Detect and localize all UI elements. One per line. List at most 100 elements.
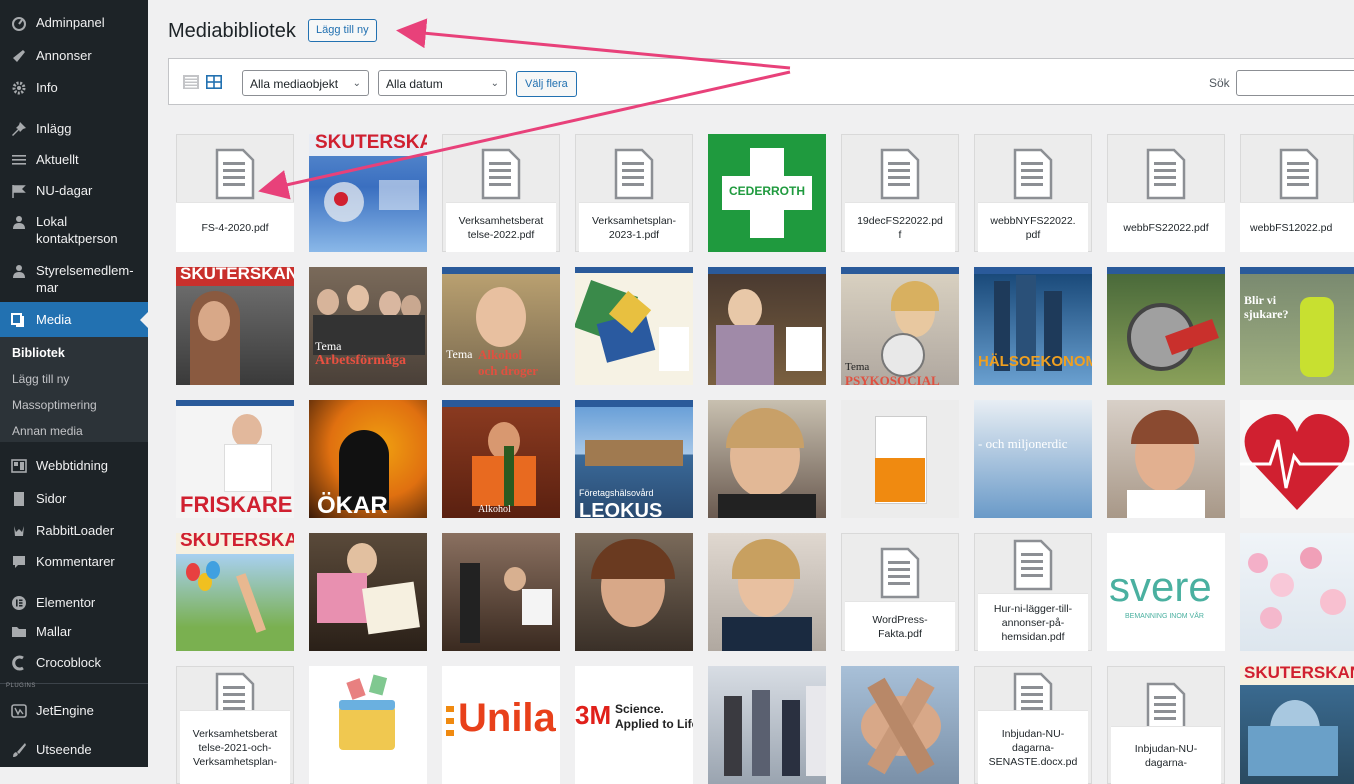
file-name: Verksamhetsberat telse-2021-och- Verksam… xyxy=(180,710,290,784)
media-item[interactable]: SKUTERSKAN xyxy=(176,267,294,385)
media-item[interactable]: HÄLSOEKONOMI xyxy=(974,267,1092,385)
comment-icon xyxy=(10,553,28,571)
magazine-title: SKUTERSKAN xyxy=(180,267,294,283)
media-item[interactable] xyxy=(575,533,693,651)
sidebar-item-aktuellt[interactable]: Aktuellt xyxy=(0,151,148,169)
media-item[interactable]: 3M Science. Applied to Life xyxy=(575,666,693,784)
date-filter[interactable]: Alla datum ⌄ xyxy=(378,70,507,96)
media-submenu: Bibliotek Lägg till ny Massoptimering An… xyxy=(0,337,148,442)
submenu-item-bibliotek[interactable]: Bibliotek xyxy=(12,346,65,360)
media-item[interactable] xyxy=(708,400,826,518)
sidebar-item-mallar[interactable]: Mallar xyxy=(0,623,148,641)
media-item[interactable] xyxy=(1240,533,1354,651)
media-item[interactable]: Verksamhetsplan- 2023-1.pdf xyxy=(575,134,693,252)
sidebar-item-crocoblock[interactable]: Crocoblock xyxy=(0,654,148,672)
media-item[interactable]: Företagshälsovård LEOKUS xyxy=(575,400,693,518)
pin-icon xyxy=(10,120,28,138)
sidebar-item-sidor[interactable]: Sidor xyxy=(0,490,148,508)
media-item[interactable]: Verksamhetsberat telse-2022.pdf xyxy=(442,134,560,252)
sidebar-item-elementor[interactable]: Elementor xyxy=(0,594,148,612)
sidebar-item-utseende[interactable]: Utseende xyxy=(0,741,148,759)
media-item[interactable]: Verksamhetsberat telse-2021-och- Verksam… xyxy=(176,666,294,784)
media-item[interactable] xyxy=(575,267,693,385)
sidebar-item-lokal-kontaktperson[interactable]: Lokal kontaktperson xyxy=(0,213,148,247)
banner-thumbnail: - och miljonerdic xyxy=(974,400,1092,518)
media-item[interactable]: Unila xyxy=(442,666,560,784)
submenu-item-lagg-till-ny[interactable]: Lägg till ny xyxy=(12,372,69,386)
file-name: Verksamhetsberat telse-2022.pdf xyxy=(446,202,556,252)
media-item[interactable]: Tema Arbetsförmåga xyxy=(309,267,427,385)
sidebar-item-info[interactable]: Info xyxy=(0,79,148,97)
sidebar-item-inlagg[interactable]: Inlägg xyxy=(0,120,148,138)
theme-title: Arbetsförmåga xyxy=(315,353,406,368)
media-item[interactable]: Tema Alkohol och droger xyxy=(442,267,560,385)
media-item[interactable]: Blir vi sjukare? xyxy=(1240,267,1354,385)
sidebar-item-webbtidning[interactable]: Webbtidning xyxy=(0,457,148,475)
media-item[interactable]: ÖKAR xyxy=(309,400,427,518)
sidebar-item-adminpanel[interactable]: Adminpanel xyxy=(0,14,148,32)
sidebar-item-nu-dagar[interactable]: NU-dagar xyxy=(0,182,148,200)
media-item[interactable]: FRISKARE xyxy=(176,400,294,518)
theme-title: Alkohol xyxy=(478,504,511,515)
media-item[interactable] xyxy=(708,267,826,385)
media-item[interactable]: Inbjudan-NU- dagarna- SENASTE.docx.pd xyxy=(974,666,1092,784)
rabbit-icon xyxy=(10,522,28,540)
submenu-item-massoptimering[interactable]: Massoptimering xyxy=(12,398,97,412)
media-item[interactable]: Inbjudan-NU- dagarna- xyxy=(1107,666,1225,784)
media-item[interactable] xyxy=(841,400,959,518)
media-item[interactable] xyxy=(442,533,560,651)
media-item[interactable] xyxy=(708,533,826,651)
media-item[interactable]: Hur-ni-lägger-till- annonser-på- hemsida… xyxy=(974,533,1092,651)
theme-subtitle: Företagshälsovård xyxy=(579,488,654,498)
sidebar-item-styrelsemedlemmar[interactable]: Styrelsemedlem- mar xyxy=(0,262,148,296)
media-item[interactable]: webbFS12022.pd xyxy=(1240,134,1354,252)
sidebar-item-kommentarer[interactable]: Kommentarer xyxy=(0,553,148,571)
cederroth-label: CEDERROTH xyxy=(728,184,805,198)
submenu-item-annan-media[interactable]: Annan media xyxy=(12,424,83,438)
sidebar-item-annonser[interactable]: Annonser xyxy=(0,47,148,65)
sidebar-label: NU-dagar xyxy=(36,183,93,198)
media-item[interactable] xyxy=(309,533,427,651)
unila-logo-thumbnail: Unila xyxy=(442,666,560,784)
3m-logo-thumbnail: 3M Science. Applied to Life xyxy=(575,666,693,784)
list-icon xyxy=(10,151,28,169)
media-item[interactable] xyxy=(1107,400,1225,518)
media-item[interactable]: 19decFS22022.pd f xyxy=(841,134,959,252)
sidebar-item-media[interactable]: Media xyxy=(0,302,148,337)
file-name: WordPress- Fakta.pdf xyxy=(845,601,955,651)
theme-title: LEOKUS xyxy=(579,500,663,518)
flag-icon xyxy=(10,182,28,200)
bulk-select-button[interactable]: Välj flera xyxy=(516,71,577,97)
media-item[interactable] xyxy=(1240,400,1354,518)
media-item[interactable] xyxy=(1107,267,1225,385)
media-type-filter[interactable]: Alla mediaobjekt ⌄ xyxy=(242,70,369,96)
brush-icon xyxy=(10,741,28,759)
list-view-icon[interactable] xyxy=(183,75,199,89)
sidebar-label: Info xyxy=(36,80,58,95)
media-item[interactable]: CEDERROTH xyxy=(708,134,826,252)
search-input[interactable] xyxy=(1236,70,1354,96)
media-item[interactable]: svere BEMANNING INOM VÅR xyxy=(1107,533,1225,651)
sidebar-item-jetengine[interactable]: JetEngine xyxy=(0,702,148,720)
media-item[interactable]: - och miljonerdic xyxy=(974,400,1092,518)
media-item[interactable]: webbFS22022.pdf xyxy=(1107,134,1225,252)
media-item[interactable]: SKUTERSKAN xyxy=(176,533,294,651)
media-item[interactable]: webbNYFS22022. pdf xyxy=(974,134,1092,252)
media-item[interactable] xyxy=(841,666,959,784)
theme-title: Blir vi xyxy=(1244,293,1277,307)
sidebar-item-rabbitloader[interactable]: RabbitLoader xyxy=(0,522,148,540)
svere-logo-thumbnail: svere BEMANNING INOM VÅR xyxy=(1107,533,1225,651)
user-icon xyxy=(10,262,28,280)
media-item[interactable]: SKUTERSKAN xyxy=(1240,666,1354,784)
media-item[interactable]: Alkohol xyxy=(442,400,560,518)
media-item[interactable]: WordPress- Fakta.pdf xyxy=(841,533,959,651)
grid-view-icon[interactable] xyxy=(206,75,222,89)
document-icon xyxy=(215,148,255,200)
add-new-button[interactable]: Lägg till ny xyxy=(308,19,377,42)
media-item[interactable]: SKUTERSKAN xyxy=(309,134,427,252)
media-item[interactable]: FS-4-2020.pdf xyxy=(176,134,294,252)
media-item[interactable] xyxy=(309,666,427,784)
media-item[interactable]: Tema PSYKOSOCIAL xyxy=(841,267,959,385)
media-item[interactable] xyxy=(708,666,826,784)
magazine-title: SKUTERSKAN xyxy=(180,533,294,551)
